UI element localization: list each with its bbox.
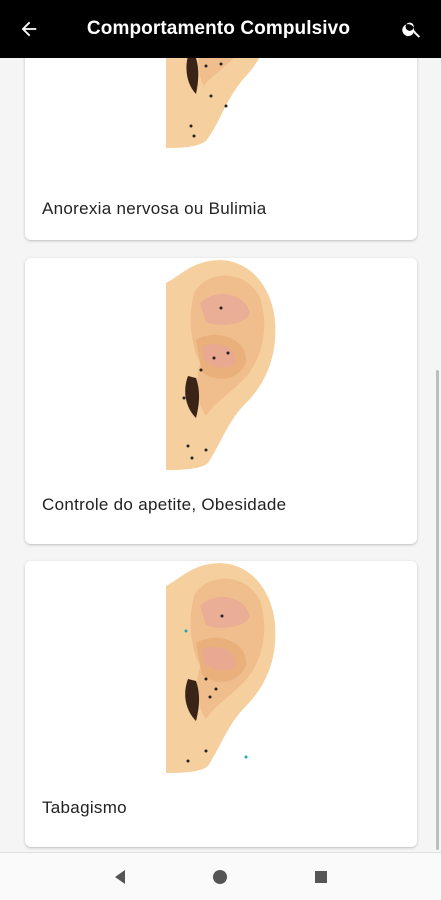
scrollbar[interactable]: [436, 370, 439, 850]
nav-home-button[interactable]: [200, 857, 240, 897]
page-title: Comportamento Compulsivo: [86, 18, 351, 39]
app-bar: Comportamento Compulsivo: [0, 0, 441, 58]
ear-image: [166, 563, 276, 773]
ear-image: [166, 58, 260, 148]
ear-image: [166, 260, 276, 470]
system-nav-bar: [0, 852, 441, 900]
card-label: Anorexia nervosa ou Bulimia: [42, 199, 267, 218]
nav-home-circle-icon: [213, 869, 228, 884]
card-appetite[interactable]: Controle do apetite, Obesidade: [25, 258, 417, 544]
back-button[interactable]: [0, 0, 58, 58]
card-anorexia[interactable]: Anorexia nervosa ou Bulimia: [25, 58, 417, 240]
nav-recents-button[interactable]: [301, 857, 341, 897]
nav-recents-square-icon: [314, 870, 327, 883]
card-label: Tabagismo: [42, 798, 127, 817]
search-button[interactable]: [383, 0, 441, 58]
search-icon: [402, 22, 421, 38]
card-label: Controle do apetite, Obesidade: [42, 495, 287, 514]
card-list[interactable]: Anorexia nervosa ou Bulimia Controle do …: [0, 58, 441, 852]
nav-back-button[interactable]: [100, 857, 140, 897]
card-smoking[interactable]: Tabagismo: [25, 561, 417, 847]
arrow-back-icon: [21, 21, 37, 37]
nav-back-triangle-icon: [115, 869, 126, 884]
